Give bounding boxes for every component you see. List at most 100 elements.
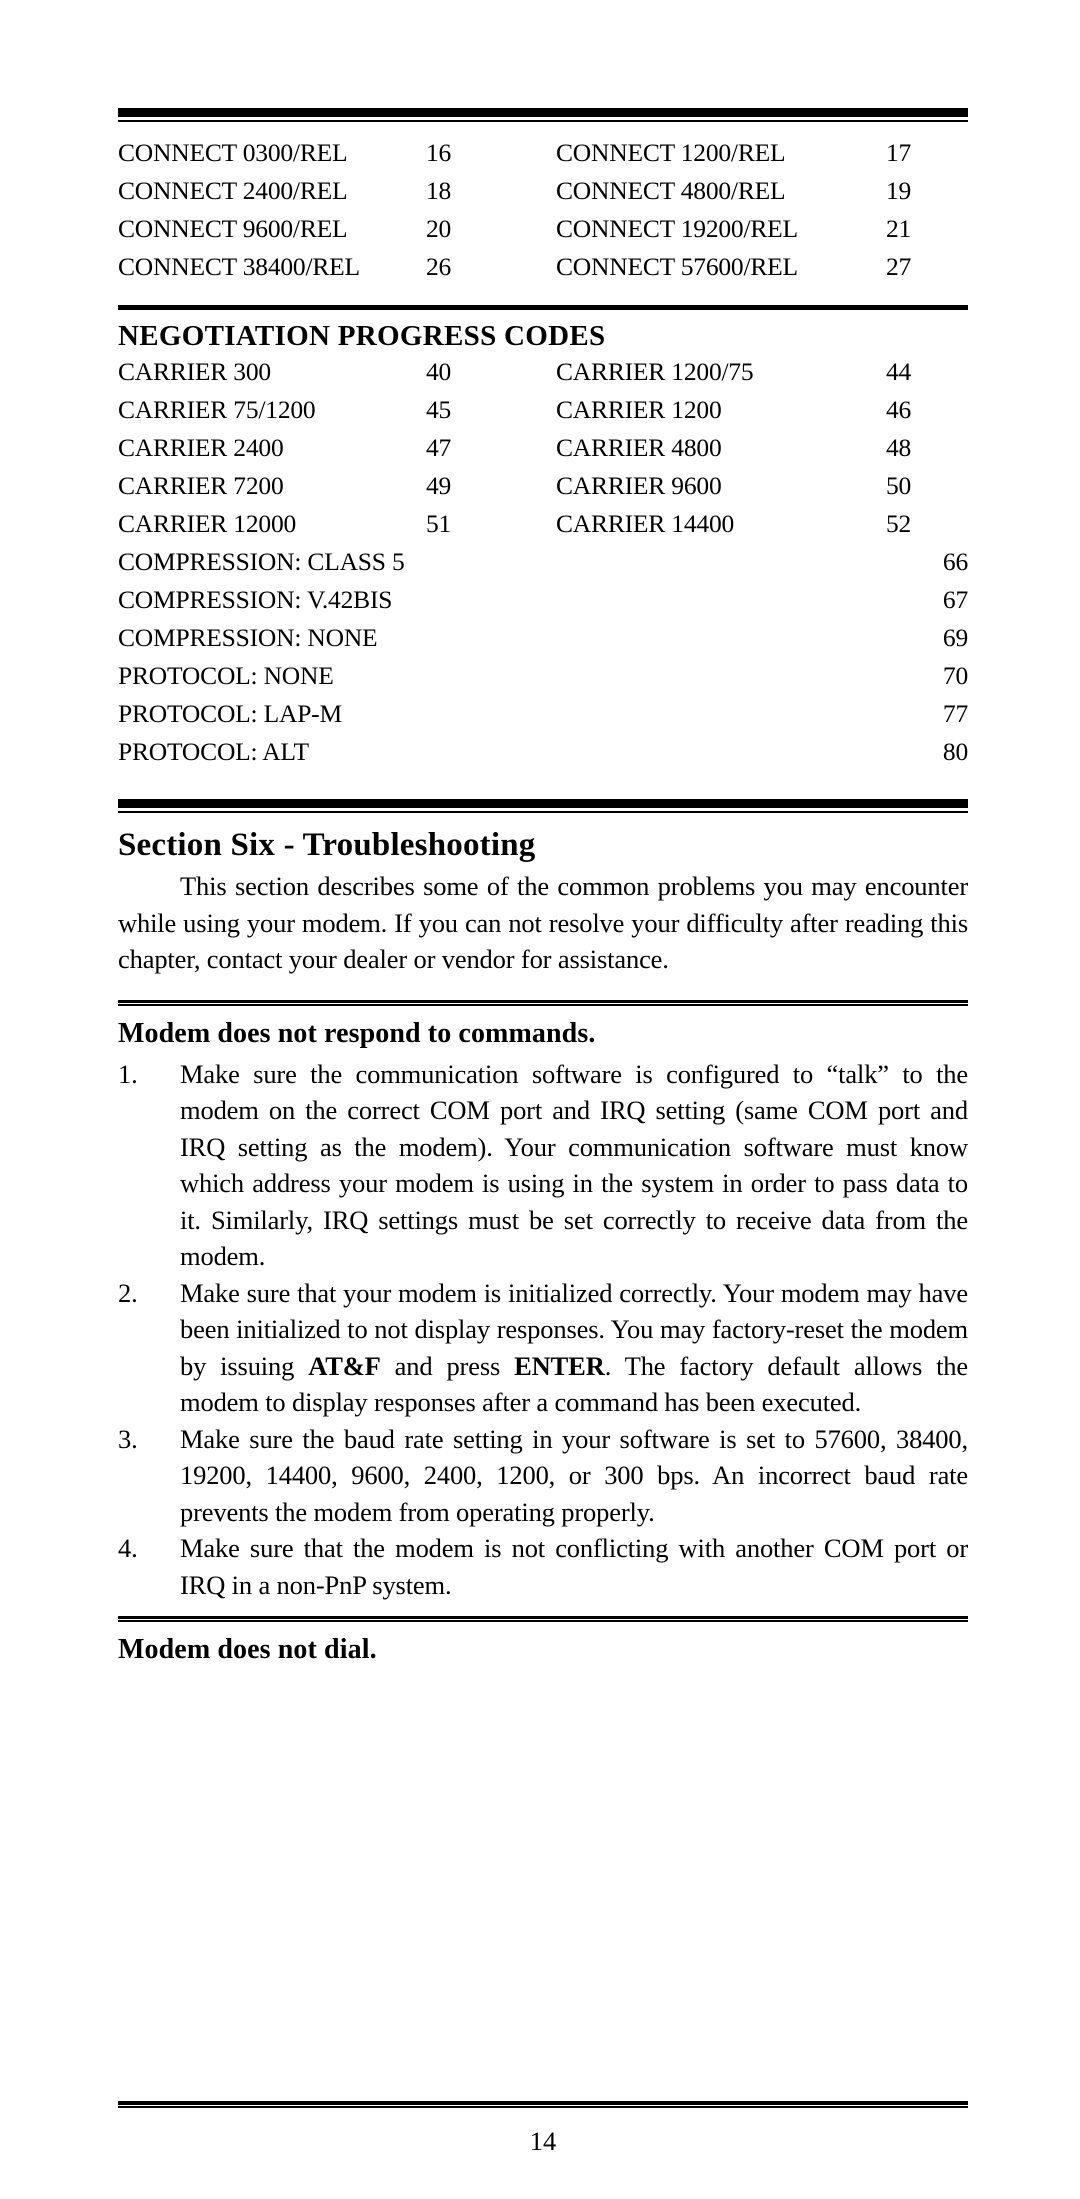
connect-label-right: CONNECT 19200/REL <box>556 214 798 243</box>
table-row: COMPRESSION: NONE 69 <box>118 625 968 663</box>
connect-code-right: 27 <box>886 252 912 281</box>
carrier-code-left: 49 <box>426 471 452 500</box>
table-row: CARRIER 7200 49 CARRIER 9600 50 <box>118 473 968 511</box>
connect-code-right: 19 <box>886 176 912 205</box>
carrier-code-left: 40 <box>426 357 452 386</box>
connect-code-left: 16 <box>426 138 452 167</box>
list-item: 4. Make sure that the modem is not confl… <box>118 1530 968 1603</box>
problem-1-steps: 1. Make sure the communication software … <box>118 1056 968 1604</box>
table-row: CARRIER 12000 51 CARRIER 14400 52 <box>118 511 968 549</box>
connect-code-left: 26 <box>426 252 452 281</box>
step-number: 1. <box>118 1058 138 1089</box>
table-row: COMPRESSION: CLASS 5 66 <box>118 549 968 587</box>
list-item: 2. Make sure that your modem is initiali… <box>118 1275 968 1421</box>
page-footer: 14 <box>118 2101 968 2157</box>
step-text-part: and press <box>380 1350 515 1381</box>
table-row: CARRIER 300 40 CARRIER 1200/75 44 <box>118 359 968 397</box>
connect-code-left: 20 <box>426 214 452 243</box>
step-text: Make sure the communication software is … <box>180 1058 968 1272</box>
carrier-label-right: CARRIER 1200 <box>556 395 722 424</box>
carrier-label-left: CARRIER 2400 <box>118 433 284 462</box>
problem-2-heading: Modem does not dial. <box>118 1634 377 1665</box>
wide-code: 80 <box>942 737 968 766</box>
rule-before-section-six <box>118 799 968 813</box>
table-row: PROTOCOL: NONE 70 <box>118 663 968 701</box>
wide-label: COMPRESSION: NONE <box>118 623 378 652</box>
table-row: CONNECT 38400/REL 26 CONNECT 57600/REL 2… <box>118 254 968 292</box>
connect-codes-table: CONNECT 0300/REL 16 CONNECT 1200/REL 17 … <box>118 140 968 292</box>
wide-code: 66 <box>942 547 968 576</box>
wide-label: PROTOCOL: ALT <box>118 737 309 766</box>
carrier-code-right: 50 <box>886 471 912 500</box>
connect-label-left: CONNECT 38400/REL <box>118 252 360 281</box>
list-item: 1. Make sure the communication software … <box>118 1056 968 1275</box>
rule-footer <box>118 2101 968 2108</box>
rule-before-problem-2 <box>118 1616 968 1622</box>
carrier-code-left: 45 <box>426 395 452 424</box>
table-row: PROTOCOL: LAP-M 77 <box>118 701 968 739</box>
carrier-label-left: CARRIER 75/1200 <box>118 395 316 424</box>
connect-code-right: 17 <box>886 138 912 167</box>
list-item: 3. Make sure the baud rate setting in yo… <box>118 1421 968 1531</box>
table-row: CONNECT 2400/REL 18 CONNECT 4800/REL 19 <box>118 178 968 216</box>
wide-code: 77 <box>942 699 968 728</box>
problem-1-heading: Modem does not respond to commands. <box>118 1017 596 1049</box>
negotiation-carrier-table: CARRIER 300 40 CARRIER 1200/75 44 CARRIE… <box>118 359 968 777</box>
wide-code: 70 <box>942 661 968 690</box>
rule-before-problem-1 <box>118 999 968 1006</box>
table-row: PROTOCOL: ALT 80 <box>118 739 968 777</box>
page-number: 14 <box>529 2126 557 2156</box>
table-row: CONNECT 0300/REL 16 CONNECT 1200/REL 17 <box>118 140 968 178</box>
step-number: 2. <box>118 1277 138 1308</box>
wide-label: PROTOCOL: LAP-M <box>118 699 342 728</box>
connect-label-left: CONNECT 0300/REL <box>118 138 348 167</box>
connect-code-right: 21 <box>886 214 912 243</box>
carrier-code-right: 52 <box>886 509 912 538</box>
carrier-label-left: CARRIER 300 <box>118 357 271 386</box>
top-spacer <box>118 0 968 108</box>
carrier-code-left: 51 <box>426 509 452 538</box>
wide-label: COMPRESSION: CLASS 5 <box>118 547 405 576</box>
wide-label: PROTOCOL: NONE <box>118 661 334 690</box>
connect-label-right: CONNECT 57600/REL <box>556 252 798 281</box>
section-intro-paragraph: This section describes some of the commo… <box>118 871 968 974</box>
wide-code: 69 <box>942 623 968 652</box>
carrier-label-left: CARRIER 12000 <box>118 509 297 538</box>
wide-code: 67 <box>942 585 968 614</box>
carrier-label-left: CARRIER 7200 <box>118 471 284 500</box>
carrier-label-right: CARRIER 14400 <box>556 509 735 538</box>
connect-label-right: CONNECT 1200/REL <box>556 138 786 167</box>
connect-label-right: CONNECT 4800/REL <box>556 176 786 205</box>
table-row: CONNECT 9600/REL 20 CONNECT 19200/REL 21 <box>118 216 968 254</box>
page-title: Section Six - Troubleshooting <box>118 827 536 863</box>
rule-top <box>118 108 968 122</box>
connect-label-left: CONNECT 2400/REL <box>118 176 348 205</box>
carrier-code-right: 44 <box>886 357 912 386</box>
table-row: CARRIER 2400 47 CARRIER 4800 48 <box>118 435 968 473</box>
rule-before-negotiation <box>118 305 968 310</box>
negotiation-progress-codes-title: NEGOTIATION PROGRESS CODES <box>118 320 606 352</box>
step-text: Make sure that the modem is not conflict… <box>180 1533 968 1600</box>
wide-label: COMPRESSION: V.42BIS <box>118 585 393 614</box>
document-page: CONNECT 0300/REL 16 CONNECT 1200/REL 17 … <box>0 0 1080 2199</box>
step-number: 3. <box>118 1423 138 1454</box>
table-row: COMPRESSION: V.42BIS 67 <box>118 587 968 625</box>
connect-label-left: CONNECT 9600/REL <box>118 214 348 243</box>
step-text: Make sure that your modem is initialized… <box>180 1275 968 1421</box>
carrier-label-right: CARRIER 9600 <box>556 471 722 500</box>
carrier-label-right: CARRIER 4800 <box>556 433 722 462</box>
connect-code-left: 18 <box>426 176 452 205</box>
step-number: 4. <box>118 1533 138 1563</box>
key-enter: ENTER <box>514 1350 605 1381</box>
carrier-label-right: CARRIER 1200/75 <box>556 357 754 386</box>
carrier-code-left: 47 <box>426 433 452 462</box>
carrier-code-right: 48 <box>886 433 912 462</box>
step-text: Make sure the baud rate setting in your … <box>180 1423 968 1527</box>
carrier-code-right: 46 <box>886 395 912 424</box>
table-row: CARRIER 75/1200 45 CARRIER 1200 46 <box>118 397 968 435</box>
command-atf: AT&F <box>308 1350 381 1381</box>
